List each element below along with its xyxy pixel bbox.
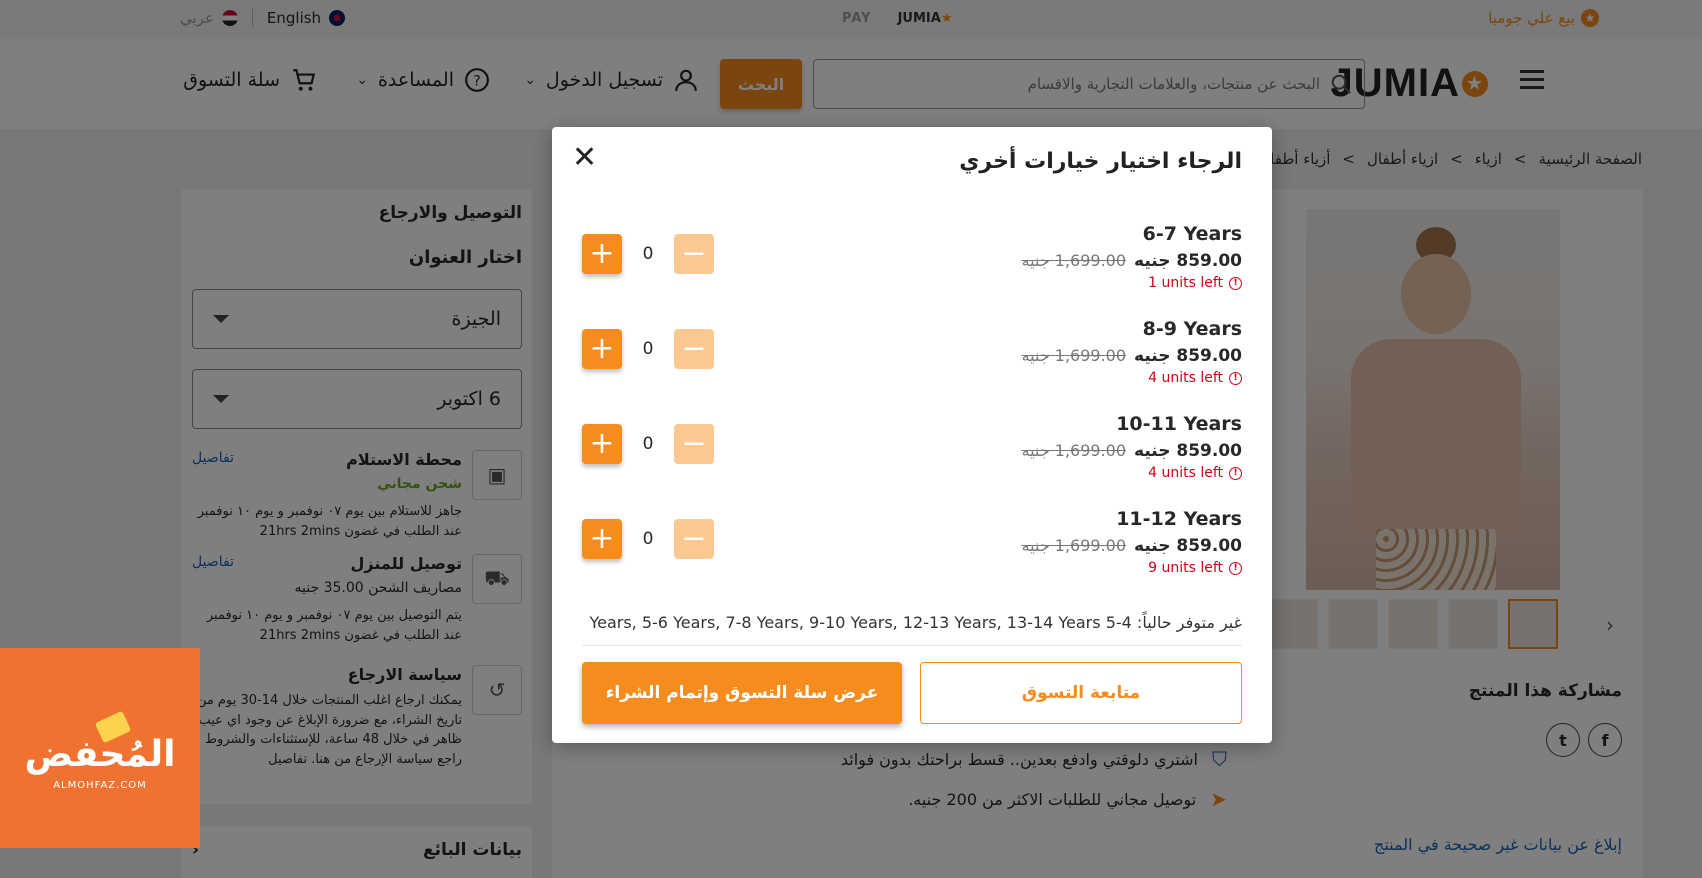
current-price: 859.00 جنيه: [1134, 536, 1242, 556]
variant-modal: الرجاء اختيار خيارات أخري ✕ 6-7 Years 85…: [552, 127, 1272, 743]
increase-button[interactable]: +: [582, 329, 622, 369]
units-left: 9 units left: [1148, 560, 1223, 576]
variant-name: 8-9 Years: [1142, 318, 1242, 340]
increase-button[interactable]: +: [582, 234, 622, 274]
current-price: 859.00 جنيه: [1134, 441, 1242, 461]
variant-row: 8-9 Years 859.00 جنيه 1,699.00 جنيه 4 un…: [582, 318, 1242, 398]
watermark-title: المُحفض: [24, 734, 176, 775]
quantity-stepper: + 0 −: [582, 234, 714, 274]
variant-row: 10-11 Years 859.00 جنيه 1,699.00 جنيه 4 …: [582, 413, 1242, 493]
quantity-stepper: + 0 −: [582, 329, 714, 369]
decrease-button[interactable]: −: [674, 234, 714, 274]
units-left: 4 units left: [1148, 465, 1223, 481]
quantity-value: 0: [642, 244, 654, 264]
variant-row: 6-7 Years 859.00 جنيه 1,699.00 جنيه 1 un…: [582, 223, 1242, 303]
watermark-logo: المُحفض ALMOHFAZ.COM: [0, 648, 200, 848]
alert-icon: !: [1229, 466, 1242, 480]
old-price: 1,699.00 جنيه: [1021, 536, 1127, 555]
quantity-value: 0: [642, 529, 654, 549]
quantity-stepper: + 0 −: [582, 519, 714, 559]
stock-warning: 4 units left !: [1148, 370, 1242, 386]
variant-price: 859.00 جنيه 1,699.00 جنيه: [1022, 536, 1242, 556]
watermark-url: ALMOHFAZ.COM: [53, 780, 147, 791]
stock-warning: 9 units left !: [1148, 560, 1242, 576]
view-cart-checkout-button[interactable]: عرض سلة التسوق وإتمام الشراء: [582, 662, 902, 724]
variant-name: 11-12 Years: [1116, 508, 1242, 530]
modal-divider: [582, 645, 1242, 646]
variant-name: 10-11 Years: [1116, 413, 1242, 435]
variant-price: 859.00 جنيه 1,699.00 جنيه: [1022, 251, 1242, 271]
variant-row: 11-12 Years 859.00 جنيه 1,699.00 جنيه 9 …: [582, 508, 1242, 588]
variant-price: 859.00 جنيه 1,699.00 جنيه: [1022, 346, 1242, 366]
continue-shopping-button[interactable]: متابعة التسوق: [920, 662, 1242, 724]
units-left: 4 units left: [1148, 370, 1223, 386]
quantity-stepper: + 0 −: [582, 424, 714, 464]
stock-warning: 1 units left !: [1148, 275, 1242, 291]
quantity-value: 0: [642, 434, 654, 454]
unavailable-sizes: غير متوفر حالياً: 4-5 Years, 5-6 Years, …: [589, 613, 1242, 632]
modal-title: الرجاء اختيار خيارات أخري: [959, 149, 1242, 174]
alert-icon: !: [1229, 371, 1242, 385]
current-price: 859.00 جنيه: [1134, 251, 1242, 271]
units-left: 1 units left: [1148, 275, 1223, 291]
variant-name: 6-7 Years: [1142, 223, 1242, 245]
stock-warning: 4 units left !: [1148, 465, 1242, 481]
decrease-button[interactable]: −: [674, 329, 714, 369]
old-price: 1,699.00 جنيه: [1021, 251, 1127, 270]
old-price: 1,699.00 جنيه: [1021, 346, 1127, 365]
alert-icon: !: [1229, 561, 1242, 575]
alert-icon: !: [1229, 276, 1242, 290]
decrease-button[interactable]: −: [674, 519, 714, 559]
quantity-value: 0: [642, 339, 654, 359]
decrease-button[interactable]: −: [674, 424, 714, 464]
old-price: 1,699.00 جنيه: [1021, 441, 1127, 460]
increase-button[interactable]: +: [582, 519, 622, 559]
close-icon[interactable]: ✕: [572, 143, 597, 173]
increase-button[interactable]: +: [582, 424, 622, 464]
current-price: 859.00 جنيه: [1134, 346, 1242, 366]
variant-price: 859.00 جنيه 1,699.00 جنيه: [1022, 441, 1242, 461]
